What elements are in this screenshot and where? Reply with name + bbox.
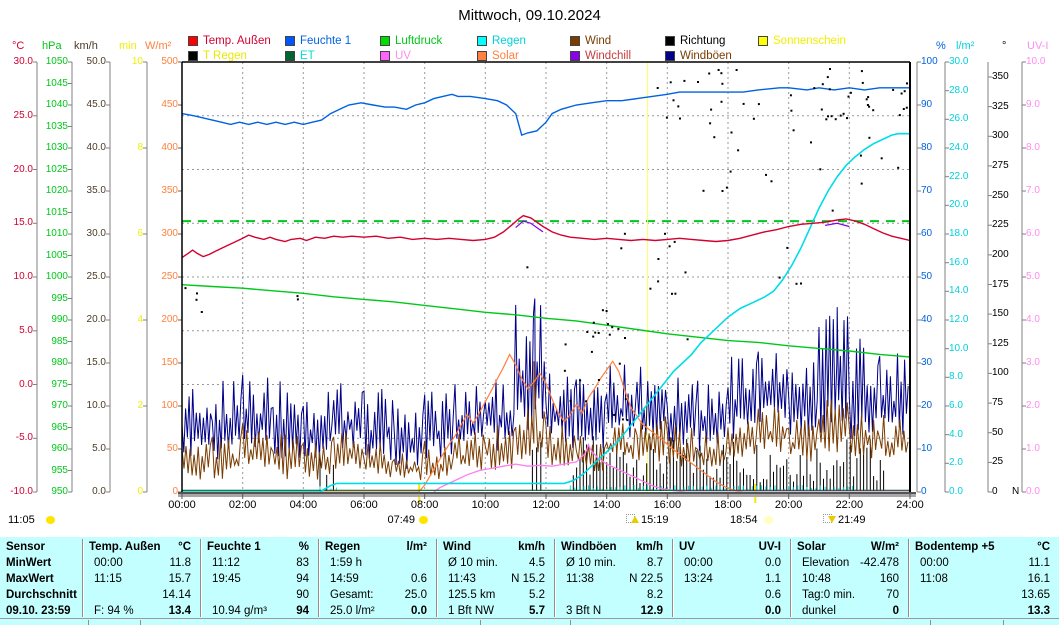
sunrise-time-label: 07:49 xyxy=(387,514,415,526)
table-cell-value: 1.1 xyxy=(765,573,781,585)
table-row-label: Sensor xyxy=(6,541,45,553)
table-cell-value: 14.14 xyxy=(162,589,191,601)
table-cell-value: 5.2 xyxy=(529,589,545,601)
strip-separator xyxy=(1003,620,1004,625)
table-cell-value: 8.7 xyxy=(647,557,663,569)
table-col-unit: °C xyxy=(178,541,191,553)
sunset-time-label: 18:54 xyxy=(730,514,758,526)
table-separator-highlight xyxy=(437,539,438,617)
table-cell-value: 0.6 xyxy=(765,589,781,601)
table-cell-value: 11.1 xyxy=(1028,557,1050,569)
table-cell-value: 8.2 xyxy=(647,589,663,601)
table-cell-value: -42.478 xyxy=(859,557,899,569)
table-separator-highlight xyxy=(909,539,910,617)
table-cell-value: 0.0 xyxy=(765,557,781,569)
strip-separator xyxy=(140,620,141,625)
table-col-unit: UV-I xyxy=(758,541,781,553)
summary-table: Sensor MinWert MaxWert Durchschnitt 09.10. 2… xyxy=(0,537,1059,618)
x-tick-label: 08:00 xyxy=(410,499,439,511)
day-length-label: 11:05 xyxy=(8,514,35,526)
table-cell-value: 15.7 xyxy=(168,573,191,585)
strip-separator xyxy=(570,620,571,625)
x-tick-label: 06:00 xyxy=(350,499,378,511)
table-separator-highlight xyxy=(201,539,202,617)
table-cell-label: 1:59 h xyxy=(330,557,362,569)
table-col-unit: W/m² xyxy=(870,541,899,553)
sunrise-sun-icon xyxy=(419,516,428,524)
x-tick-label: 00:00 xyxy=(168,499,196,511)
strip-separator xyxy=(88,620,89,625)
table-row-label: MinWert xyxy=(6,557,52,569)
table-cell-value: 13.65 xyxy=(1021,589,1050,601)
table-cell-value: 90 xyxy=(296,589,309,601)
table-cell-value: 0 xyxy=(892,605,899,617)
table-cell-value: 83 xyxy=(296,557,309,569)
table-cell-value: 4.5 xyxy=(529,557,545,569)
table-separator-highlight xyxy=(83,539,84,617)
x-tick-label: 18:00 xyxy=(714,499,742,511)
x-tick-label: 14:00 xyxy=(592,499,621,511)
table-col-unit: °C xyxy=(1037,541,1050,553)
strip-separator xyxy=(930,620,931,625)
table-cell-value: 11.8 xyxy=(169,557,191,569)
moonrise-time-label: 15:19 xyxy=(641,514,669,526)
table-separator-highlight xyxy=(319,539,320,617)
table-col-unit: km/h xyxy=(518,541,545,553)
table-cell-value: N 22.5 xyxy=(629,573,663,585)
table-cell-value: N 15.2 xyxy=(511,573,545,585)
x-tick-label: 10:00 xyxy=(471,499,500,511)
table-separator-highlight xyxy=(673,539,674,617)
strip-separator xyxy=(480,620,481,625)
table-cell-value: 94 xyxy=(296,605,309,617)
partial-next-row xyxy=(0,619,1059,625)
table-col-unit: % xyxy=(298,541,309,553)
x-tick-label: 22:00 xyxy=(835,499,864,511)
x-tick-label: 12:00 xyxy=(532,499,560,511)
table-separator-highlight xyxy=(791,539,792,617)
table-cell-value: 70 xyxy=(886,589,899,601)
moonrise-arrow-icon xyxy=(631,516,639,523)
weather-station-day-chart: Mittwoch, 09.10.2024 Temp. Außen Feuchte … xyxy=(0,0,1059,625)
table-row-label: 09.10. 23:59 xyxy=(6,605,71,617)
x-tick-label: 16:00 xyxy=(653,499,682,511)
table-cell-value: 13.3 xyxy=(1027,605,1050,617)
table-cell-value: 0.6 xyxy=(411,573,427,585)
sunset-sun-icon xyxy=(764,516,773,524)
table-cell-value: 16.1 xyxy=(1027,573,1050,585)
x-tick-label: 02:00 xyxy=(228,499,257,511)
table-cell-value: 0.0 xyxy=(765,605,781,617)
table-cell-value: 5.7 xyxy=(529,605,545,617)
table-row-label: Durchschnitt xyxy=(6,589,77,601)
moonset-arrow-icon xyxy=(828,516,836,523)
table-cell-value: 13.4 xyxy=(168,605,191,617)
table-col-unit: km/h xyxy=(636,541,663,553)
table-cell-value: 94 xyxy=(296,573,309,585)
chart-plot-area xyxy=(33,61,1026,503)
table-separator-highlight xyxy=(555,539,556,617)
x-tick-label: 24:00 xyxy=(896,499,924,511)
day-length-sun-icon xyxy=(46,516,55,524)
moonset-time-label: 21:49 xyxy=(838,514,866,526)
table-cell-value: 0.0 xyxy=(411,605,427,617)
table-col-unit: l/m² xyxy=(406,541,427,553)
table-row-label: MaxWert xyxy=(6,573,54,585)
x-tick-label: 04:00 xyxy=(289,499,318,511)
table-cell-value: 160 xyxy=(879,573,899,585)
table-cell-value: 12.9 xyxy=(640,605,663,617)
table-cell-value: 25.0 xyxy=(404,589,427,601)
x-tick-label: 20:00 xyxy=(774,499,803,511)
